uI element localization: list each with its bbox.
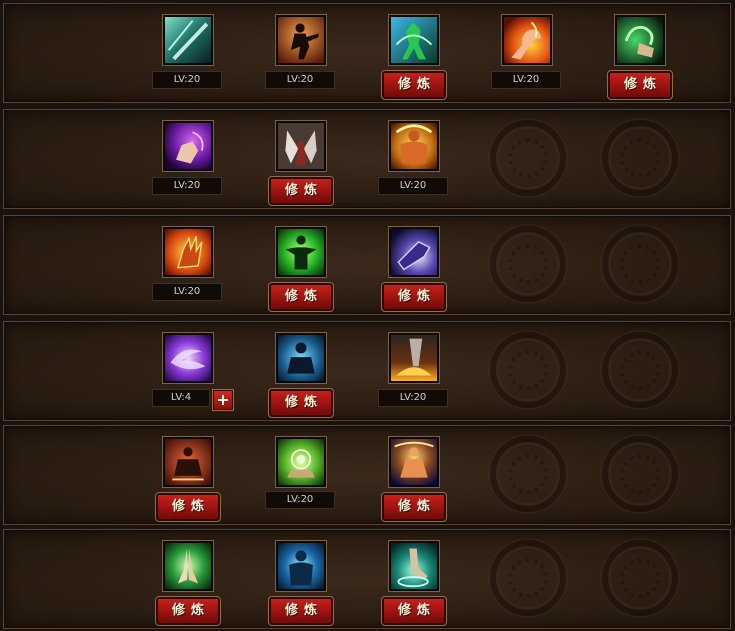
skill-level: LV:20: [152, 177, 222, 195]
golden-meditation-icon[interactable]: [388, 436, 440, 488]
purple-fist-icon[interactable]: [162, 120, 214, 172]
empty-slot-ornament: [602, 332, 678, 408]
empty-slot-ornament: [602, 120, 678, 196]
sword-slash-icon[interactable]: [162, 14, 214, 66]
golden-strength-icon[interactable]: [388, 120, 440, 172]
green-energy-hand-icon[interactable]: [614, 14, 666, 66]
martial-stance-icon[interactable]: [275, 14, 327, 66]
skill-level: LV:20: [265, 491, 335, 509]
train-skill-button[interactable]: 修炼: [268, 388, 334, 418]
train-skill-button[interactable]: 修炼: [381, 492, 447, 522]
fire-slam-icon[interactable]: [388, 332, 440, 384]
purple-kick-icon[interactable]: [388, 226, 440, 278]
row-title: 三 转: [48, 332, 118, 412]
skill-row-2nd-job: 二 转: [3, 215, 731, 315]
flaming-arm-icon[interactable]: [501, 14, 553, 66]
skill-level: LV:20: [152, 71, 222, 89]
seated-monk-icon[interactable]: [162, 436, 214, 488]
row-title: 二 转: [48, 226, 118, 306]
skill-level: LV:20: [265, 71, 335, 89]
green-orb-hand-icon[interactable]: [275, 436, 327, 488]
train-skill-button[interactable]: 修炼: [381, 282, 447, 312]
empty-slot-ornament: [490, 436, 566, 512]
row-title: 五 转: [48, 540, 118, 620]
train-skill-button[interactable]: 修炼: [155, 596, 221, 626]
empty-slot-ornament: [490, 120, 566, 196]
blue-spirit-body-icon[interactable]: [275, 540, 327, 592]
green-body-aura-icon[interactable]: [275, 226, 327, 278]
empty-slot-ornament: [602, 436, 678, 512]
skill-level: LV:4: [152, 389, 210, 407]
skill-row-3rd-job: 三 转: [3, 321, 731, 421]
purple-vortex-icon[interactable]: [162, 332, 214, 384]
green-praying-hands-icon[interactable]: [162, 540, 214, 592]
skill-level: LV:20: [378, 389, 448, 407]
empty-slot-ornament: [602, 226, 678, 302]
skill-row-1st-job: 一 转: [3, 109, 731, 209]
empty-slot-ornament: [490, 332, 566, 408]
train-skill-button[interactable]: 修炼: [381, 596, 447, 626]
skill-level: LV:20: [491, 71, 561, 89]
skill-level: LV:20: [378, 177, 448, 195]
train-skill-button[interactable]: 修炼: [381, 70, 447, 100]
empty-slot-ornament: [490, 226, 566, 302]
train-skill-button[interactable]: 修炼: [268, 176, 334, 206]
fire-claw-icon[interactable]: [162, 226, 214, 278]
train-skill-button[interactable]: 修炼: [155, 492, 221, 522]
row-title: 四 转: [48, 436, 118, 516]
swirl-foot-icon[interactable]: [388, 540, 440, 592]
skill-level: LV:20: [152, 283, 222, 301]
skill-row-4th-job: 四 转: [3, 425, 731, 525]
row-title: 一 转: [48, 120, 118, 200]
train-skill-button[interactable]: 修炼: [268, 282, 334, 312]
green-aura-warrior-icon[interactable]: [388, 14, 440, 66]
empty-slot-ornament: [490, 540, 566, 616]
spiked-blades-icon[interactable]: [275, 120, 327, 172]
train-skill-button[interactable]: 修炼: [607, 70, 673, 100]
meditation-blue-icon[interactable]: [275, 332, 327, 384]
add-skill-point-button[interactable]: +: [212, 389, 234, 411]
row-title: 基 础: [48, 14, 118, 94]
empty-slot-ornament: [602, 540, 678, 616]
skill-row-5th-job: 五 转: [3, 529, 731, 629]
train-skill-button[interactable]: 修炼: [268, 596, 334, 626]
